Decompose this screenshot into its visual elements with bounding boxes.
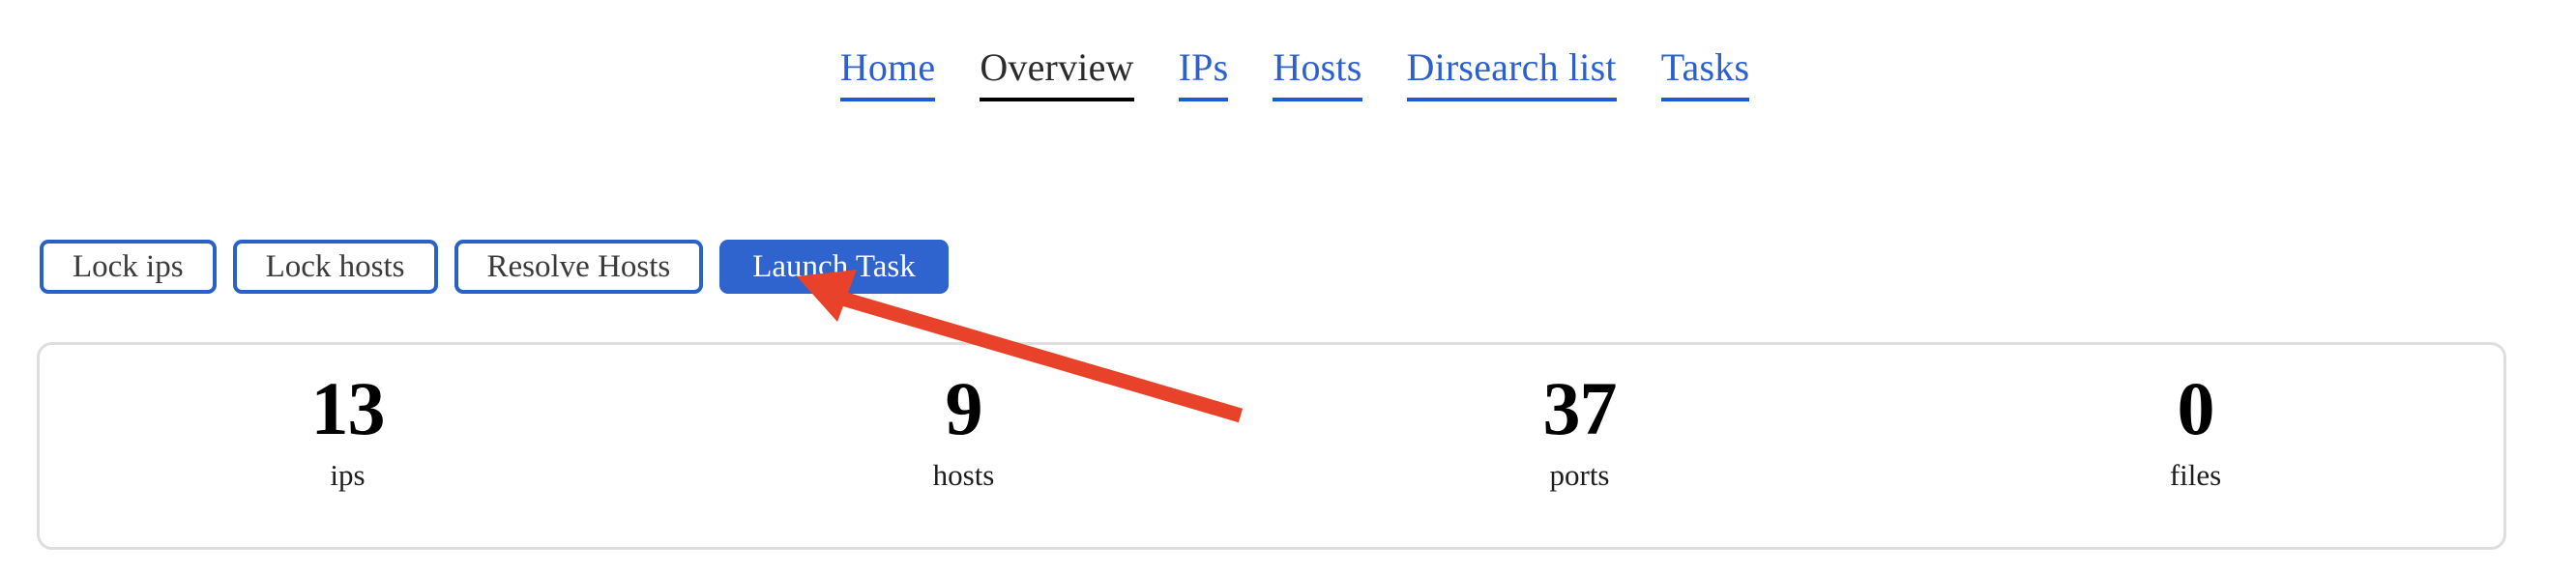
stat-card-ips: 13 ips [40, 345, 656, 493]
stat-card-hosts: 9 hosts [656, 345, 1272, 493]
action-toolbar: Lock ips Lock hosts Resolve Hosts Launch… [40, 240, 949, 294]
nav-item-underline [1178, 98, 1229, 101]
nav-item-underline [1273, 98, 1362, 101]
nav-item-dirsearch-list[interactable]: Dirsearch list [1385, 44, 1639, 101]
nav-item-label: Dirsearch list [1406, 45, 1617, 89]
nav-item-underline [1406, 98, 1617, 101]
stat-value: 37 [1542, 366, 1618, 450]
nav-item-hosts[interactable]: Hosts [1250, 44, 1384, 101]
nav-item-label: Home [839, 45, 936, 89]
stat-card-files: 0 files [1888, 345, 2503, 493]
stat-label: ports [1549, 458, 1610, 492]
lock-ips-button[interactable]: Lock ips [40, 240, 217, 294]
nav-item-underline [1660, 98, 1750, 101]
stat-card-ports: 37 ports [1272, 345, 1888, 493]
stat-value: 0 [2177, 366, 2215, 450]
nav-list: Home Overview IPs Hosts Dirsearch list T… [818, 44, 1771, 101]
stat-label: hosts [932, 458, 995, 492]
nav-item-tasks[interactable]: Tasks [1639, 44, 1772, 101]
stats-summary-panel: 13 ips 9 hosts 37 ports 0 files [37, 342, 2506, 550]
resolve-hosts-button[interactable]: Resolve Hosts [454, 240, 704, 294]
stat-label: ips [330, 458, 366, 492]
nav-item-overview[interactable]: Overview [957, 44, 1156, 101]
nav-item-label: IPs [1178, 45, 1229, 89]
nav-item-underline [980, 98, 1134, 101]
stat-value: 9 [945, 366, 983, 450]
nav-item-label: Hosts [1273, 45, 1362, 89]
lock-hosts-button[interactable]: Lock hosts [232, 240, 438, 294]
nav-item-underline [839, 98, 936, 101]
nav-item-label: Overview [980, 45, 1134, 89]
nav-item-label: Tasks [1660, 45, 1750, 89]
stat-label: files [2169, 458, 2222, 492]
nav-item-ips[interactable]: IPs [1156, 44, 1251, 101]
main-navigation: Home Overview IPs Hosts Dirsearch list T… [0, 0, 2576, 126]
launch-task-button[interactable]: Launch Task [719, 240, 949, 294]
nav-item-home[interactable]: Home [818, 44, 958, 101]
stat-value: 13 [310, 366, 386, 450]
